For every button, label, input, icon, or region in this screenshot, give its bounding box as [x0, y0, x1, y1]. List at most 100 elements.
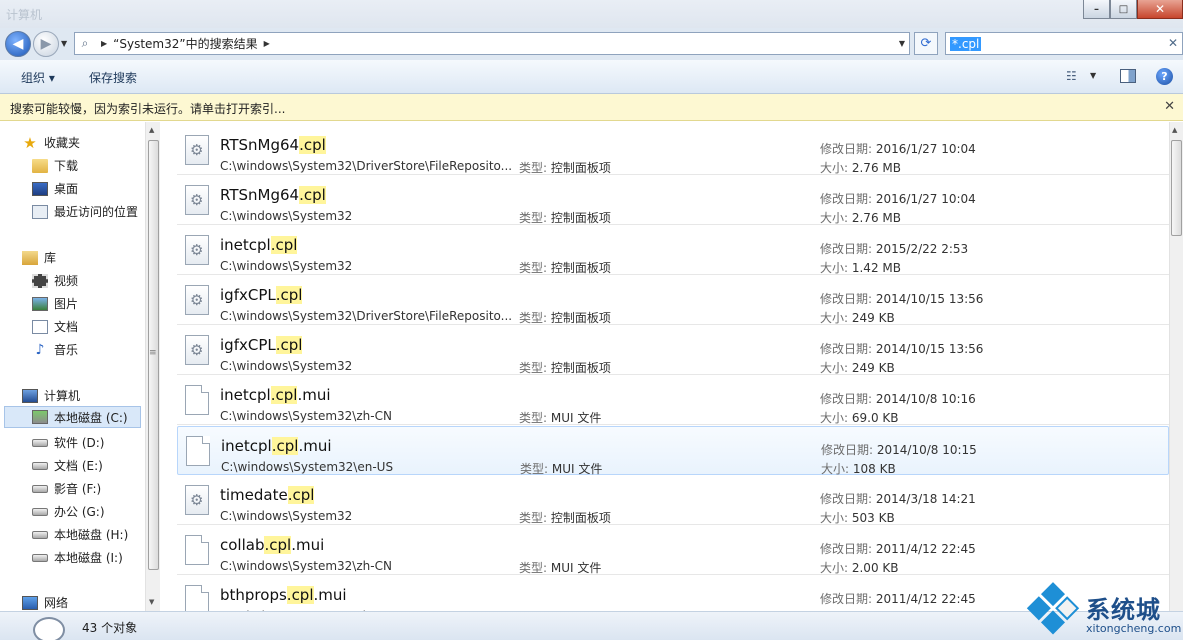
- nav-favorites[interactable]: ★ 收藏夹: [22, 134, 80, 151]
- refresh-button[interactable]: ⟳: [914, 32, 938, 55]
- file-path: C:\windows\System32: [220, 359, 353, 373]
- clear-search-icon[interactable]: ✕: [1168, 36, 1178, 50]
- command-bar: 组织 ▾ 保存搜索 ☷ ▼ ?: [0, 60, 1183, 94]
- back-button[interactable]: ◀: [5, 31, 31, 57]
- file-size: 大小: 2.76 MB: [820, 159, 901, 176]
- results-scrollbar[interactable]: ▲: [1169, 122, 1183, 611]
- result-row[interactable]: RTSnMg64.cpl C:\windows\System32\DriverSt…: [177, 126, 1169, 175]
- title-bar: 计算机 – □ ✕: [0, 0, 1183, 28]
- result-row[interactable]: igfxCPL.cpl C:\windows\System32\DriverSto…: [177, 276, 1169, 325]
- help-icon[interactable]: ?: [1156, 68, 1173, 85]
- nav-label: 下载: [54, 159, 79, 173]
- file-name-suffix: .mui: [313, 586, 347, 604]
- result-row[interactable]: bthprops.cpl.muiC:\windows\System32\zh-C…: [177, 576, 1169, 611]
- nav-label: 软件 (D:): [54, 436, 105, 450]
- search-query: *.cpl: [950, 36, 982, 51]
- address-dropdown-icon[interactable]: ▼: [899, 39, 905, 48]
- nav-network[interactable]: 网络: [22, 594, 68, 611]
- result-row[interactable]: igfxCPL.cpl C:\windows\System32 类型: 控制面板项 修…: [177, 326, 1169, 375]
- computer-icon: [22, 388, 38, 403]
- type-value: MUI 文件: [551, 462, 603, 476]
- modified-date: 修改日期: 2014/10/15 13:56: [820, 290, 983, 307]
- drive-icon: [32, 461, 48, 470]
- nav-videos[interactable]: 视频: [32, 272, 78, 289]
- window-controls: – □ ✕: [1083, 0, 1183, 20]
- nav-drive-c[interactable]: 本地磁盘 (C:): [4, 406, 141, 428]
- nav-pictures[interactable]: 图片: [32, 295, 78, 312]
- file-path: C:\windows\System32: [220, 259, 353, 273]
- result-row[interactable]: inetcpl.cpl.mui C:\windows\System32\en-US…: [177, 426, 1169, 476]
- nav-drive-e[interactable]: 文档 (E:): [32, 457, 103, 474]
- size-value: 249 KB: [851, 361, 895, 375]
- network-icon: [22, 595, 38, 610]
- size-label: 大小:: [820, 261, 852, 275]
- file-type: 类型: 控制面板项: [519, 159, 611, 176]
- search-input[interactable]: *.cpl ✕: [945, 32, 1183, 55]
- result-row[interactable]: collab.cpl.mui C:\windows\System32\zh-CN 类…: [177, 526, 1169, 575]
- organize-button[interactable]: 组织 ▾: [21, 69, 55, 86]
- forward-arrow-icon: ▶: [40, 36, 52, 52]
- nav-computer[interactable]: 计算机: [22, 387, 80, 404]
- nav-documents[interactable]: 文档: [32, 318, 78, 335]
- preview-pane-icon[interactable]: [1120, 69, 1136, 83]
- size-label: 大小:: [820, 511, 852, 525]
- drive-icon: [32, 438, 48, 447]
- search-term-highlight: .cpl: [286, 586, 314, 604]
- file-type: 类型: MUI 文件: [519, 409, 601, 426]
- nav-recent-places[interactable]: 最近访问的位置: [32, 203, 138, 220]
- address-bar[interactable]: ⌕ ▶ “System32”中的搜索结果 ▶ ▼: [74, 32, 910, 55]
- modified-label: 修改日期:: [820, 342, 876, 356]
- close-info-bar-icon[interactable]: ✕: [1164, 99, 1175, 114]
- system-drive-icon: [32, 410, 48, 424]
- nav-scrollbar[interactable]: ▲ ≡ ▼: [145, 122, 160, 611]
- scroll-up-icon[interactable]: ▲: [149, 126, 154, 134]
- watermark-title: 系统城: [1086, 596, 1161, 624]
- results-scroll-thumb[interactable]: [1171, 140, 1182, 236]
- nav-desktop[interactable]: 桌面: [32, 180, 78, 197]
- nav-drive-g[interactable]: 办公 (G:): [32, 503, 105, 520]
- file-name: igfxCPL.cpl: [220, 336, 303, 354]
- breadcrumb-chevron-icon[interactable]: ▶: [101, 39, 107, 48]
- search-term-highlight: .cpl: [270, 236, 298, 254]
- watermark-url: xitongcheng.com: [1086, 622, 1182, 635]
- modified-label: 修改日期:: [820, 492, 876, 506]
- info-bar-message[interactable]: 搜索可能较慢，因为索引未运行。请单击打开索引...: [10, 100, 285, 117]
- index-info-bar[interactable]: 搜索可能较慢，因为索引未运行。请单击打开索引... ✕: [0, 94, 1183, 121]
- close-button[interactable]: ✕: [1137, 0, 1183, 19]
- result-row[interactable]: timedate.cpl C:\windows\System32 类型: 控制面板项…: [177, 476, 1169, 525]
- file-type: 类型: 控制面板项: [519, 259, 611, 276]
- nav-drive-i[interactable]: 本地磁盘 (I:): [32, 549, 123, 566]
- nav-drive-h[interactable]: 本地磁盘 (H:): [32, 526, 128, 543]
- modified-date: 修改日期: 2014/3/18 14:21: [820, 490, 976, 507]
- file-size: 大小: 2.76 MB: [820, 209, 901, 226]
- scroll-up-icon[interactable]: ▲: [1172, 126, 1177, 134]
- result-row[interactable]: RTSnMg64.cpl C:\windows\System32 类型: 控制面板项…: [177, 176, 1169, 225]
- picture-icon: [32, 296, 48, 311]
- save-search-button[interactable]: 保存搜索: [89, 69, 137, 86]
- file-name-stem: bthprops: [220, 586, 287, 604]
- type-label: 类型:: [519, 161, 551, 175]
- file-name: bthprops.cpl.mui: [220, 586, 347, 604]
- result-row[interactable]: inetcpl.cpl C:\windows\System32 类型: 控制面板项 修…: [177, 226, 1169, 275]
- nav-libraries[interactable]: 库: [22, 249, 56, 266]
- nav-drive-d[interactable]: 软件 (D:): [32, 434, 104, 451]
- minimize-button[interactable]: –: [1083, 0, 1110, 19]
- modified-label: 修改日期:: [820, 542, 876, 556]
- nav-downloads[interactable]: 下载: [32, 157, 78, 174]
- breadcrumb[interactable]: “System32”中的搜索结果: [113, 35, 257, 52]
- nav-music[interactable]: ♪ 音乐: [32, 341, 78, 358]
- nav-label: 办公 (G:): [54, 505, 105, 519]
- size-label: 大小:: [820, 211, 852, 225]
- view-options-dropdown-icon[interactable]: ▼: [1090, 71, 1096, 80]
- maximize-button[interactable]: □: [1110, 0, 1137, 19]
- scroll-down-icon[interactable]: ▼: [149, 598, 154, 606]
- forward-button[interactable]: ▶: [33, 31, 59, 57]
- back-arrow-icon: ◀: [12, 36, 24, 52]
- cpl-icon: [185, 185, 209, 215]
- nav-drive-f[interactable]: 影音 (F:): [32, 480, 101, 497]
- change-view-icon[interactable]: ☷: [1066, 69, 1077, 83]
- result-row[interactable]: inetcpl.cpl.mui C:\windows\System32\zh-CN…: [177, 376, 1169, 425]
- breadcrumb-chevron-icon[interactable]: ▶: [264, 39, 270, 48]
- recent-pages-dropdown-icon[interactable]: ▼: [61, 39, 67, 48]
- nav-label: 网络: [44, 596, 69, 610]
